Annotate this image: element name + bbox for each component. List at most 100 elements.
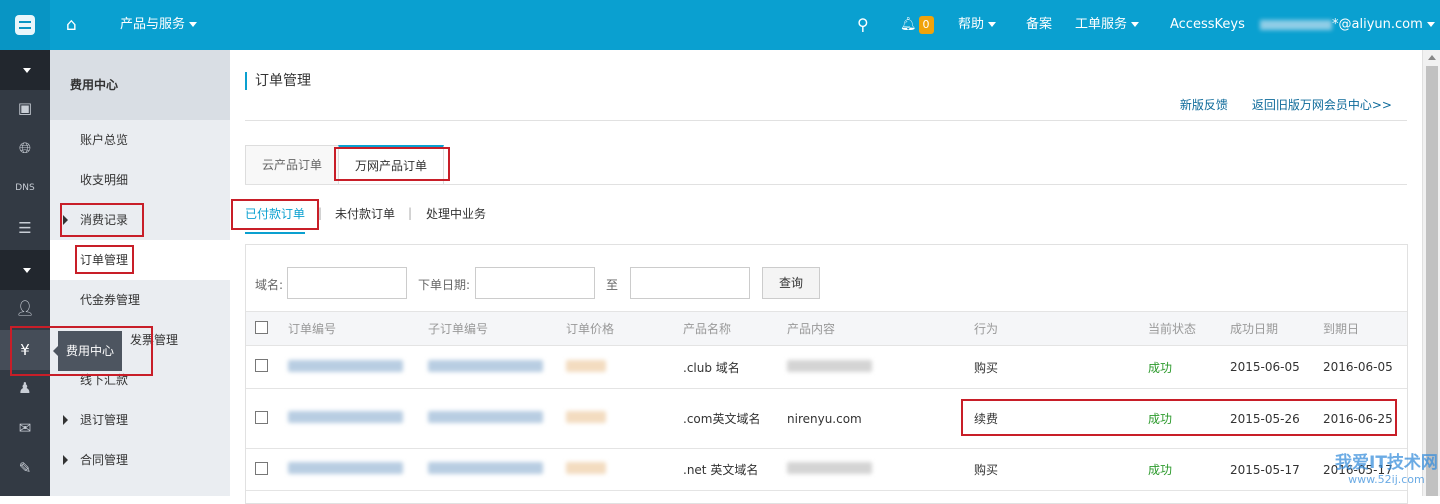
sidebar-item-transactions[interactable]: 收支明细 — [50, 160, 230, 200]
table-row: .net 英文域名 购买 成功 2015-05-17 2016-05-17 — [246, 448, 1407, 491]
blurred-order-id — [288, 462, 403, 474]
date-label: 下单日期: — [418, 278, 471, 292]
item-label: 合同管理 — [80, 453, 129, 467]
col-product-name: 产品名称 — [683, 311, 787, 346]
blurred-price — [566, 359, 606, 372]
blurred-username — [1260, 19, 1332, 30]
product-name: .net 英文域名 — [683, 448, 787, 491]
dns-icon[interactable]: DNS — [0, 168, 50, 208]
action: 购买 — [974, 448, 1148, 491]
domain-label: 域名: — [255, 278, 284, 292]
query-button[interactable]: 查询 — [762, 267, 820, 299]
page-title: 订单管理 — [245, 72, 311, 90]
sidebar-item-account-overview[interactable]: 账户总览 — [50, 120, 230, 160]
item-label: 收支明细 — [80, 173, 129, 187]
beian-link[interactable]: 备案 — [1026, 0, 1052, 50]
sidebar-item-vouchers[interactable]: 代金券管理 — [50, 280, 230, 320]
home-icon[interactable]: ⌂ — [66, 0, 77, 50]
tickets-menu[interactable]: 工单服务 — [1075, 0, 1140, 50]
start-date-input[interactable] — [475, 267, 595, 299]
product-name: .com英文域名 — [683, 388, 787, 449]
aliyun-logo[interactable] — [0, 0, 50, 50]
notification-count: 0 — [918, 16, 934, 34]
to-label: 至 — [606, 278, 619, 292]
help-menu[interactable]: 帮助 — [958, 0, 997, 50]
globe-icon[interactable]: 🌐︎ — [0, 128, 50, 168]
search-icon[interactable]: ⚲ — [857, 0, 869, 50]
row-checkbox[interactable] — [255, 410, 268, 424]
select-all-checkbox[interactable] — [255, 320, 268, 334]
collapse-toggle[interactable] — [0, 50, 50, 90]
server-icon[interactable]: ☰ — [0, 208, 50, 248]
end-date-input[interactable] — [630, 267, 750, 299]
blurred-price — [566, 411, 606, 423]
expand-arrow-icon — [63, 455, 68, 465]
annotation-box — [961, 399, 1397, 436]
col-expire-date: 到期日 — [1323, 311, 1407, 346]
subtab-unpaid[interactable]: 未付款订单 — [335, 205, 395, 222]
user-icon[interactable]: 👤︎ — [0, 288, 50, 328]
success-date: 2015-06-05 — [1230, 345, 1323, 389]
row-checkbox[interactable] — [255, 359, 268, 372]
sidebar-item-contracts[interactable]: 合同管理 — [50, 440, 230, 480]
row-checkbox[interactable] — [255, 461, 268, 475]
col-suborder-id: 子订单编号 — [428, 311, 566, 346]
annotation-box — [231, 199, 319, 230]
status: 成功 — [1148, 345, 1230, 389]
pencil-icon[interactable]: ✎ — [0, 448, 50, 488]
product-content: nirenyu.com — [787, 388, 974, 449]
item-label: 代金券管理 — [80, 293, 141, 307]
help-label: 帮助 — [958, 17, 985, 32]
annotation-box — [10, 326, 153, 376]
col-product-content: 产品内容 — [787, 311, 974, 346]
divider — [245, 120, 1407, 121]
watermark-text: 我爱IT技术网 — [1335, 453, 1438, 473]
blurred-price — [566, 462, 606, 474]
table-header: 订单编号 子订单编号 订单价格 产品名称 产品内容 行为 当前状态 成功日期 到… — [246, 311, 1407, 346]
subtab-processing[interactable]: 处理中业务 — [426, 205, 486, 222]
annotation-box — [75, 245, 134, 274]
watermark-url: www.52ij.com — [1348, 473, 1425, 486]
product-name: .club 域名 — [683, 345, 787, 389]
annotation-box — [60, 203, 144, 237]
cloud-monitor-icon[interactable]: ▣ — [0, 88, 50, 128]
item-label: 退订管理 — [80, 413, 129, 427]
account-label: *@aliyun.com — [1332, 17, 1423, 32]
accesskeys-link[interactable]: AccessKeys — [1170, 0, 1245, 50]
sidebar-item-refunds[interactable]: 退订管理 — [50, 400, 230, 440]
annotation-box — [334, 147, 450, 181]
sidebar-header: 费用中心 — [50, 50, 230, 120]
col-action: 行为 — [974, 311, 1148, 346]
success-date: 2015-05-17 — [1230, 448, 1323, 491]
collapse-toggle-2[interactable] — [0, 250, 50, 290]
blurred-suborder-id — [428, 411, 543, 423]
products-label: 产品与服务 — [120, 17, 186, 32]
orders-panel: 域名: 下单日期: 至 查询 订单编号 子订单编号 订单价格 产品名称 产品内容… — [245, 244, 1408, 504]
notifications-button[interactable]: 🔔︎ 0 — [900, 0, 934, 50]
feedback-link[interactable]: 新版反馈 — [1180, 98, 1228, 112]
top-navbar: ⌂ 产品与服务 ⚲ 🔔︎ 0 帮助 备案 工单服务 AccessKeys *@al… — [0, 0, 1440, 50]
vertical-scrollbar[interactable] — [1422, 50, 1440, 496]
bell-icon: 🔔︎ — [900, 17, 917, 32]
action: 购买 — [974, 345, 1148, 389]
expire-date: 2016-06-05 — [1323, 345, 1407, 389]
old-version-link[interactable]: 返回旧版万网会员中心>> — [1252, 98, 1392, 112]
products-menu[interactable]: 产品与服务 — [120, 0, 198, 50]
tab-cloud-orders[interactable]: 云产品订单 — [245, 145, 340, 185]
blurred-order-id — [288, 359, 403, 372]
mail-icon[interactable]: ✉ — [0, 408, 50, 448]
blurred-content — [787, 359, 872, 372]
scroll-up-icon[interactable] — [1428, 55, 1436, 60]
status: 成功 — [1148, 448, 1230, 491]
icon-sidebar: ▣ 🌐︎ DNS ☰ 👤︎ ¥ ♟ ✉ ✎ — [0, 50, 50, 496]
domain-input[interactable] — [287, 267, 407, 299]
blurred-suborder-id — [428, 359, 543, 372]
blurred-suborder-id — [428, 462, 543, 474]
col-success-date: 成功日期 — [1230, 311, 1323, 346]
account-menu[interactable]: *@aliyun.com — [1260, 0, 1435, 50]
tabs-divider — [245, 184, 1407, 185]
separator: | — [408, 206, 413, 220]
scrollbar-thumb[interactable] — [1426, 66, 1438, 496]
header-links: 新版反馈 返回旧版万网会员中心>> — [1156, 96, 1392, 113]
expand-arrow-icon — [63, 415, 68, 425]
